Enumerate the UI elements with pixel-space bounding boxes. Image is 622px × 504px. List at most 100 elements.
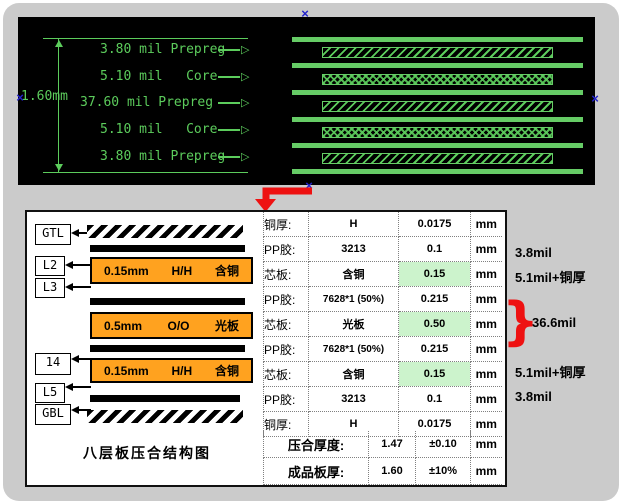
- summary-row-finished-thickness: 成品板厚: 1.60 ±10% mm: [264, 458, 502, 485]
- row-value: 7628*1 (50%): [309, 287, 399, 312]
- callout-arrow-icon-5: ▷: [241, 151, 249, 162]
- row-value: 3213: [309, 237, 399, 262]
- marker-x-right-icon[interactable]: ×: [589, 93, 601, 105]
- row-unit: mm: [471, 337, 502, 362]
- tag-arrow-l5-line: [71, 386, 91, 388]
- row-value: 含铜: [309, 362, 399, 387]
- summary-unit: mm: [471, 431, 502, 458]
- row-value: H: [309, 212, 399, 237]
- core-kind: 光板: [215, 317, 239, 334]
- layer-tag-l5: L5: [35, 383, 65, 403]
- row-value: 含铜: [309, 262, 399, 287]
- layer-tag-gtl: GTL: [35, 224, 71, 245]
- core-block-2: 0.5mm O/O 光板: [90, 312, 253, 339]
- core-block-3: 0.15mm H/H 含铜: [90, 358, 253, 383]
- pcb-stackup-sheet: 1.60mm 3.80 mil Prepreg 5.10 mil Core 37…: [0, 0, 622, 504]
- callout-arrow-icon-1: ▷: [241, 44, 249, 55]
- row-thickness-highlighted: 0.15: [399, 362, 471, 387]
- row-label: PP胶:: [264, 287, 309, 312]
- dim-extension-line-top: [43, 38, 248, 39]
- row-thickness: 0.1: [399, 237, 471, 262]
- summary-row-pressed-thickness: 压合厚度: 1.47 ±0.10 mm: [264, 431, 502, 458]
- core-hatch-2: [322, 127, 553, 138]
- table-row: PP胶: 3213 0.1 mm: [264, 387, 502, 412]
- table-row: 铜厚: H 0.0175 mm: [264, 212, 502, 237]
- summary-label: 成品板厚:: [264, 458, 369, 485]
- summary-table: 压合厚度: 1.47 ±0.10 mm 成品板厚: 1.60 ±10% mm: [263, 431, 502, 485]
- dim-extension-line-bottom: [43, 172, 248, 173]
- row-thickness: 0.0175: [399, 212, 471, 237]
- table-row: 芯板: 含铜 0.15 mm: [264, 262, 502, 287]
- row-label: PP胶:: [264, 237, 309, 262]
- summary-tolerance: ±10%: [416, 458, 471, 485]
- layer-label-prepreg-2: 37.60 mil Prepreg: [80, 95, 213, 111]
- core-kind: 含铜: [215, 362, 239, 379]
- layer-label-core-2: 5.10 mil Core: [100, 122, 217, 138]
- prepreg-hatch-1: [322, 47, 553, 58]
- core-copper-weight: H/H: [172, 364, 193, 378]
- dim-arrowhead-up-icon: [55, 40, 63, 47]
- core-thickness: 0.15mm: [104, 364, 149, 378]
- dim-arrowhead-down-icon: [55, 164, 63, 171]
- layer-tag-l3: L3: [35, 278, 65, 298]
- table-row: 芯板: 光板 0.50 mm: [264, 312, 502, 337]
- table-row: PP胶: 7628*1 (50%) 0.215 mm: [264, 287, 502, 312]
- outer-foil-hatch-bottom: [87, 410, 243, 423]
- board-thickness-label: 1.60mm: [21, 89, 68, 105]
- layer-label-core-1: 5.10 mil Core: [100, 69, 217, 85]
- row-label: PP胶:: [264, 337, 309, 362]
- copper-bar-3: [292, 90, 583, 95]
- callout-arrow-icon-4: ▷: [241, 124, 249, 135]
- annotation-prepreg-top: 3.8mil: [515, 245, 552, 260]
- summary-tolerance: ±0.10: [416, 431, 471, 458]
- table-row: PP胶: 3213 0.1 mm: [264, 237, 502, 262]
- row-unit: mm: [471, 312, 502, 337]
- row-thickness-highlighted: 0.50: [399, 312, 471, 337]
- row-unit: mm: [471, 262, 502, 287]
- table-row: PP胶: 7628*1 (50%) 0.215 mm: [264, 337, 502, 362]
- marker-x-top-icon[interactable]: ×: [299, 8, 311, 20]
- row-thickness: 0.1: [399, 387, 471, 412]
- cad-stackup-panel: 1.60mm 3.80 mil Prepreg 5.10 mil Core 37…: [18, 17, 595, 185]
- row-label: 芯板:: [264, 362, 309, 387]
- core-thickness: 0.15mm: [104, 264, 149, 278]
- outer-foil-hatch-top: [87, 225, 243, 238]
- row-unit: mm: [471, 287, 502, 312]
- marker-x-left-icon[interactable]: ×: [14, 92, 26, 104]
- copper-layer-bar-2: [90, 298, 245, 305]
- summary-label: 压合厚度:: [264, 431, 369, 458]
- callout-arrow-icon-3: ▷: [241, 97, 249, 108]
- layer-label-prepreg-1: 3.80 mil Prepreg: [100, 42, 225, 58]
- callout-arrow-line-5: [218, 156, 240, 158]
- row-thickness: 0.215: [399, 337, 471, 362]
- prepreg-hatch-2: [322, 101, 553, 112]
- row-thickness-highlighted: 0.15: [399, 262, 471, 287]
- annotation-prepreg-bottom: 3.8mil: [515, 389, 552, 404]
- copper-bar-5: [292, 143, 583, 148]
- summary-unit: mm: [471, 458, 502, 485]
- callout-arrow-line-4: [218, 129, 240, 131]
- core-copper-weight: H/H: [172, 264, 193, 278]
- row-value: 3213: [309, 387, 399, 412]
- core-block-1: 0.15mm H/H 含铜: [90, 257, 253, 284]
- core-thickness: 0.5mm: [104, 319, 142, 333]
- core-kind: 含铜: [215, 262, 239, 279]
- layer-label-prepreg-3: 3.80 mil Prepreg: [100, 149, 225, 165]
- copper-bar-4: [292, 117, 583, 122]
- layer-tag-l2: L2: [35, 256, 65, 276]
- row-label: PP胶:: [264, 387, 309, 412]
- row-unit: mm: [471, 237, 502, 262]
- row-unit: mm: [471, 362, 502, 387]
- copper-bar-2: [292, 63, 583, 68]
- copper-layer-bar-1: [90, 245, 245, 252]
- tag-arrow-l2-line: [71, 264, 91, 266]
- stackup-table: 铜厚: H 0.0175 mm PP胶: 3213 0.1 mm 芯板: 含铜 …: [263, 212, 502, 437]
- prepreg-hatch-3: [322, 153, 553, 164]
- copper-bar-1: [292, 37, 583, 42]
- copper-layer-bar-3: [90, 345, 245, 352]
- row-label: 铜厚:: [264, 212, 309, 237]
- copper-layer-bar-4: [90, 395, 240, 402]
- row-unit: mm: [471, 387, 502, 412]
- row-unit: mm: [471, 212, 502, 237]
- row-thickness: 0.215: [399, 287, 471, 312]
